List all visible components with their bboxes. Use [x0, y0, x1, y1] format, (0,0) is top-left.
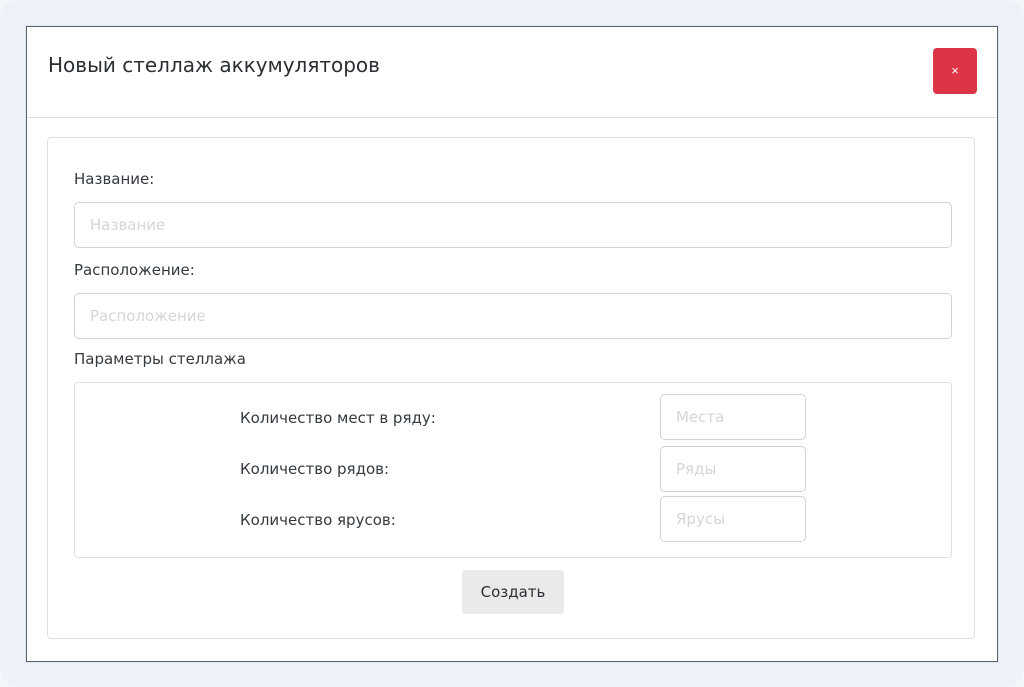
create-button[interactable]: Создать — [462, 570, 564, 614]
tiers-count-label: Количество ярусов: — [240, 511, 396, 529]
rows-count-input[interactable] — [660, 446, 806, 492]
name-label: Название: — [74, 170, 155, 188]
close-button[interactable]: × — [933, 48, 977, 94]
places-per-row-input[interactable] — [660, 394, 806, 440]
dialog-header: Новый стеллаж аккумуляторов × — [27, 27, 997, 118]
name-input[interactable] — [74, 202, 952, 248]
location-label: Расположение: — [74, 261, 195, 279]
location-input[interactable] — [74, 293, 952, 339]
close-icon: × — [951, 63, 959, 78]
rack-parameters-heading: Параметры стеллажа — [74, 350, 246, 368]
form-panel: Название: Расположение: Параметры стелла… — [47, 137, 975, 639]
dialog-title: Новый стеллаж аккумуляторов — [48, 53, 380, 77]
places-per-row-label: Количество мест в ряду: — [240, 409, 436, 427]
create-rack-dialog: Новый стеллаж аккумуляторов × Название: … — [26, 26, 998, 662]
tiers-count-input[interactable] — [660, 496, 806, 542]
rows-count-label: Количество рядов: — [240, 460, 390, 478]
rack-parameters-group: Количество мест в ряду: Количество рядов… — [74, 382, 952, 558]
